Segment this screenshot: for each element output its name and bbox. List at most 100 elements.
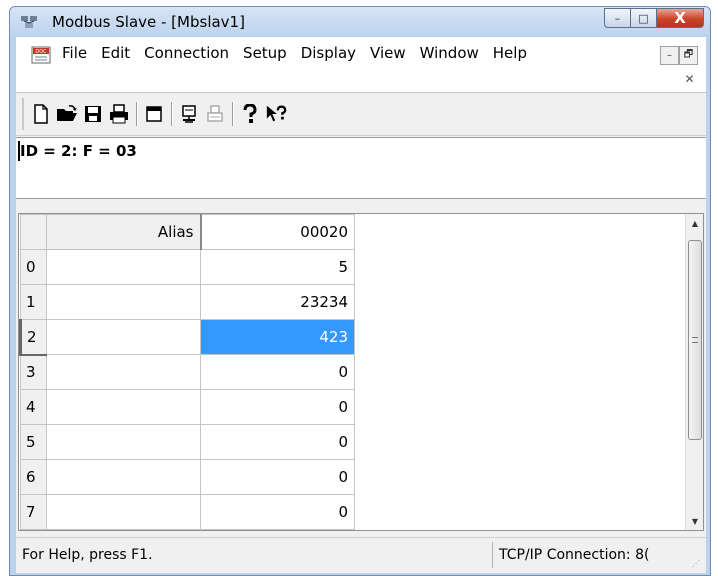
window-button[interactable] [143,103,165,125]
menu-edit[interactable]: Edit [101,44,130,62]
context-help-button[interactable] [265,103,287,125]
printer-disabled-button[interactable] [204,103,226,125]
table-row-selected: 2 423 [19,319,355,356]
value-cell[interactable]: 0 [200,494,355,530]
mdi-controls: – 🗗 [660,46,698,65]
row-index[interactable]: 2 [19,319,47,356]
table-row: 1 23234 [20,284,355,320]
mdi-minimize-icon: – [667,50,672,61]
open-button[interactable] [56,103,78,125]
toolbar-separator [136,102,137,126]
alias-cell[interactable] [46,389,201,425]
svg-text:DOC: DOC [35,49,47,55]
mdi-close-button[interactable]: ✕ [681,70,698,87]
value-cell[interactable]: 0 [200,354,355,390]
document-icon[interactable]: DOC [31,46,51,64]
table-row: 6 0 [20,459,355,495]
size-grip-icon[interactable]: ⋰ [692,559,704,571]
alias-cell[interactable] [46,284,201,320]
scroll-down-icon[interactable]: ▼ [686,512,703,530]
toolbar-separator [232,102,233,126]
menu-connection[interactable]: Connection [144,44,229,62]
vertical-scrollbar[interactable]: ▲ ▼ [685,214,703,530]
print-icon [110,104,128,124]
menu-view[interactable]: View [370,44,406,62]
grid-corner[interactable] [20,214,47,250]
mdi-minimize-button[interactable]: – [660,46,679,65]
alias-cell[interactable] [46,319,201,355]
alias-column-header[interactable]: Alias [46,214,202,250]
mdi-close-icon: ✕ [684,71,695,86]
scroll-grip-icon [692,337,698,343]
menu-bar: DOC File Edit Connection Setup Display V… [16,37,706,93]
printer-disabled-icon [207,105,223,122]
menu-help[interactable]: Help [493,44,527,62]
value-cell[interactable]: 0 [200,459,355,495]
close-icon: X [674,9,686,27]
value-cell[interactable]: 23234 [200,284,355,320]
menu-setup[interactable]: Setup [243,44,287,62]
mdi-restore-button[interactable]: 🗗 [679,46,698,65]
register-grid[interactable]: Alias 00020 0 5 1 23234 2 423 3 0 4 0 5 … [18,213,704,531]
client-area: DOC File Edit Connection Setup Display V… [16,37,706,573]
menu-file[interactable]: File [62,44,87,62]
status-connection: TCP/IP Connection: 8( [492,542,692,568]
alias-cell[interactable] [46,459,201,495]
modbus-app-icon [21,16,37,28]
value-cell-selected[interactable]: 423 [200,319,355,355]
table-row: 5 0 [20,424,355,460]
scroll-thumb[interactable] [688,240,702,440]
close-button[interactable]: X [657,8,704,28]
table-row: 4 0 [20,389,355,425]
menu-window[interactable]: Window [420,44,479,62]
status-bar: For Help, press F1. TCP/IP Connection: 8… [16,537,706,573]
monitor-button[interactable] [178,103,200,125]
toolbar-separator [171,102,172,126]
scroll-up-icon[interactable]: ▲ [686,214,703,232]
new-document-icon [34,104,48,124]
row-index[interactable]: 7 [20,494,47,530]
window-icon [146,106,162,122]
table-row: 3 0 [20,354,355,390]
help-button[interactable] [239,103,261,125]
row-index[interactable]: 0 [20,249,47,285]
print-button[interactable] [108,103,130,125]
row-index[interactable]: 5 [20,424,47,460]
save-disk-icon [85,106,101,122]
header-row: Alias 00020 [20,214,355,250]
menu-display[interactable]: Display [301,44,356,62]
help-question-icon [243,104,257,123]
row-index[interactable]: 1 [20,284,47,320]
minimize-button[interactable]: – [604,8,631,28]
slave-id-function: ID = 2: F = 03 [20,142,137,160]
new-button[interactable] [30,103,52,125]
alias-cell[interactable] [46,494,201,530]
value-cell[interactable]: 5 [200,249,355,285]
table-row: 7 0 [20,494,355,530]
maximize-icon: □ [638,11,649,25]
minimize-icon: – [614,11,621,25]
toolbar [16,94,706,136]
row-index[interactable]: 4 [20,389,47,425]
save-button[interactable] [82,103,104,125]
register-column-header[interactable]: 00020 [200,214,355,250]
title-bar[interactable]: Modbus Slave - [Mbslav1] – □ X [10,7,710,37]
maximize-button[interactable]: □ [631,8,657,28]
menu-items: File Edit Connection Setup Display View … [62,44,541,62]
mdi-restore-icon: 🗗 [683,49,694,60]
value-cell[interactable]: 0 [200,424,355,460]
monitor-icon [182,105,196,123]
context-help-icon [266,105,287,122]
alias-cell[interactable] [46,354,201,390]
alias-cell[interactable] [46,424,201,460]
row-index[interactable]: 3 [20,354,47,390]
row-index[interactable]: 6 [20,459,47,495]
value-cell[interactable]: 0 [200,389,355,425]
toolbar-group [22,98,291,130]
alias-cell[interactable] [46,249,201,285]
register-table: Alias 00020 0 5 1 23234 2 423 3 0 4 0 5 … [19,214,355,530]
status-help-text: For Help, press F1. [22,547,153,563]
window-controls: – □ X [604,8,704,29]
app-window: Modbus Slave - [Mbslav1] – □ X DOC File … [9,6,711,576]
slave-id-panel[interactable]: ID = 2: F = 03 [16,137,706,199]
